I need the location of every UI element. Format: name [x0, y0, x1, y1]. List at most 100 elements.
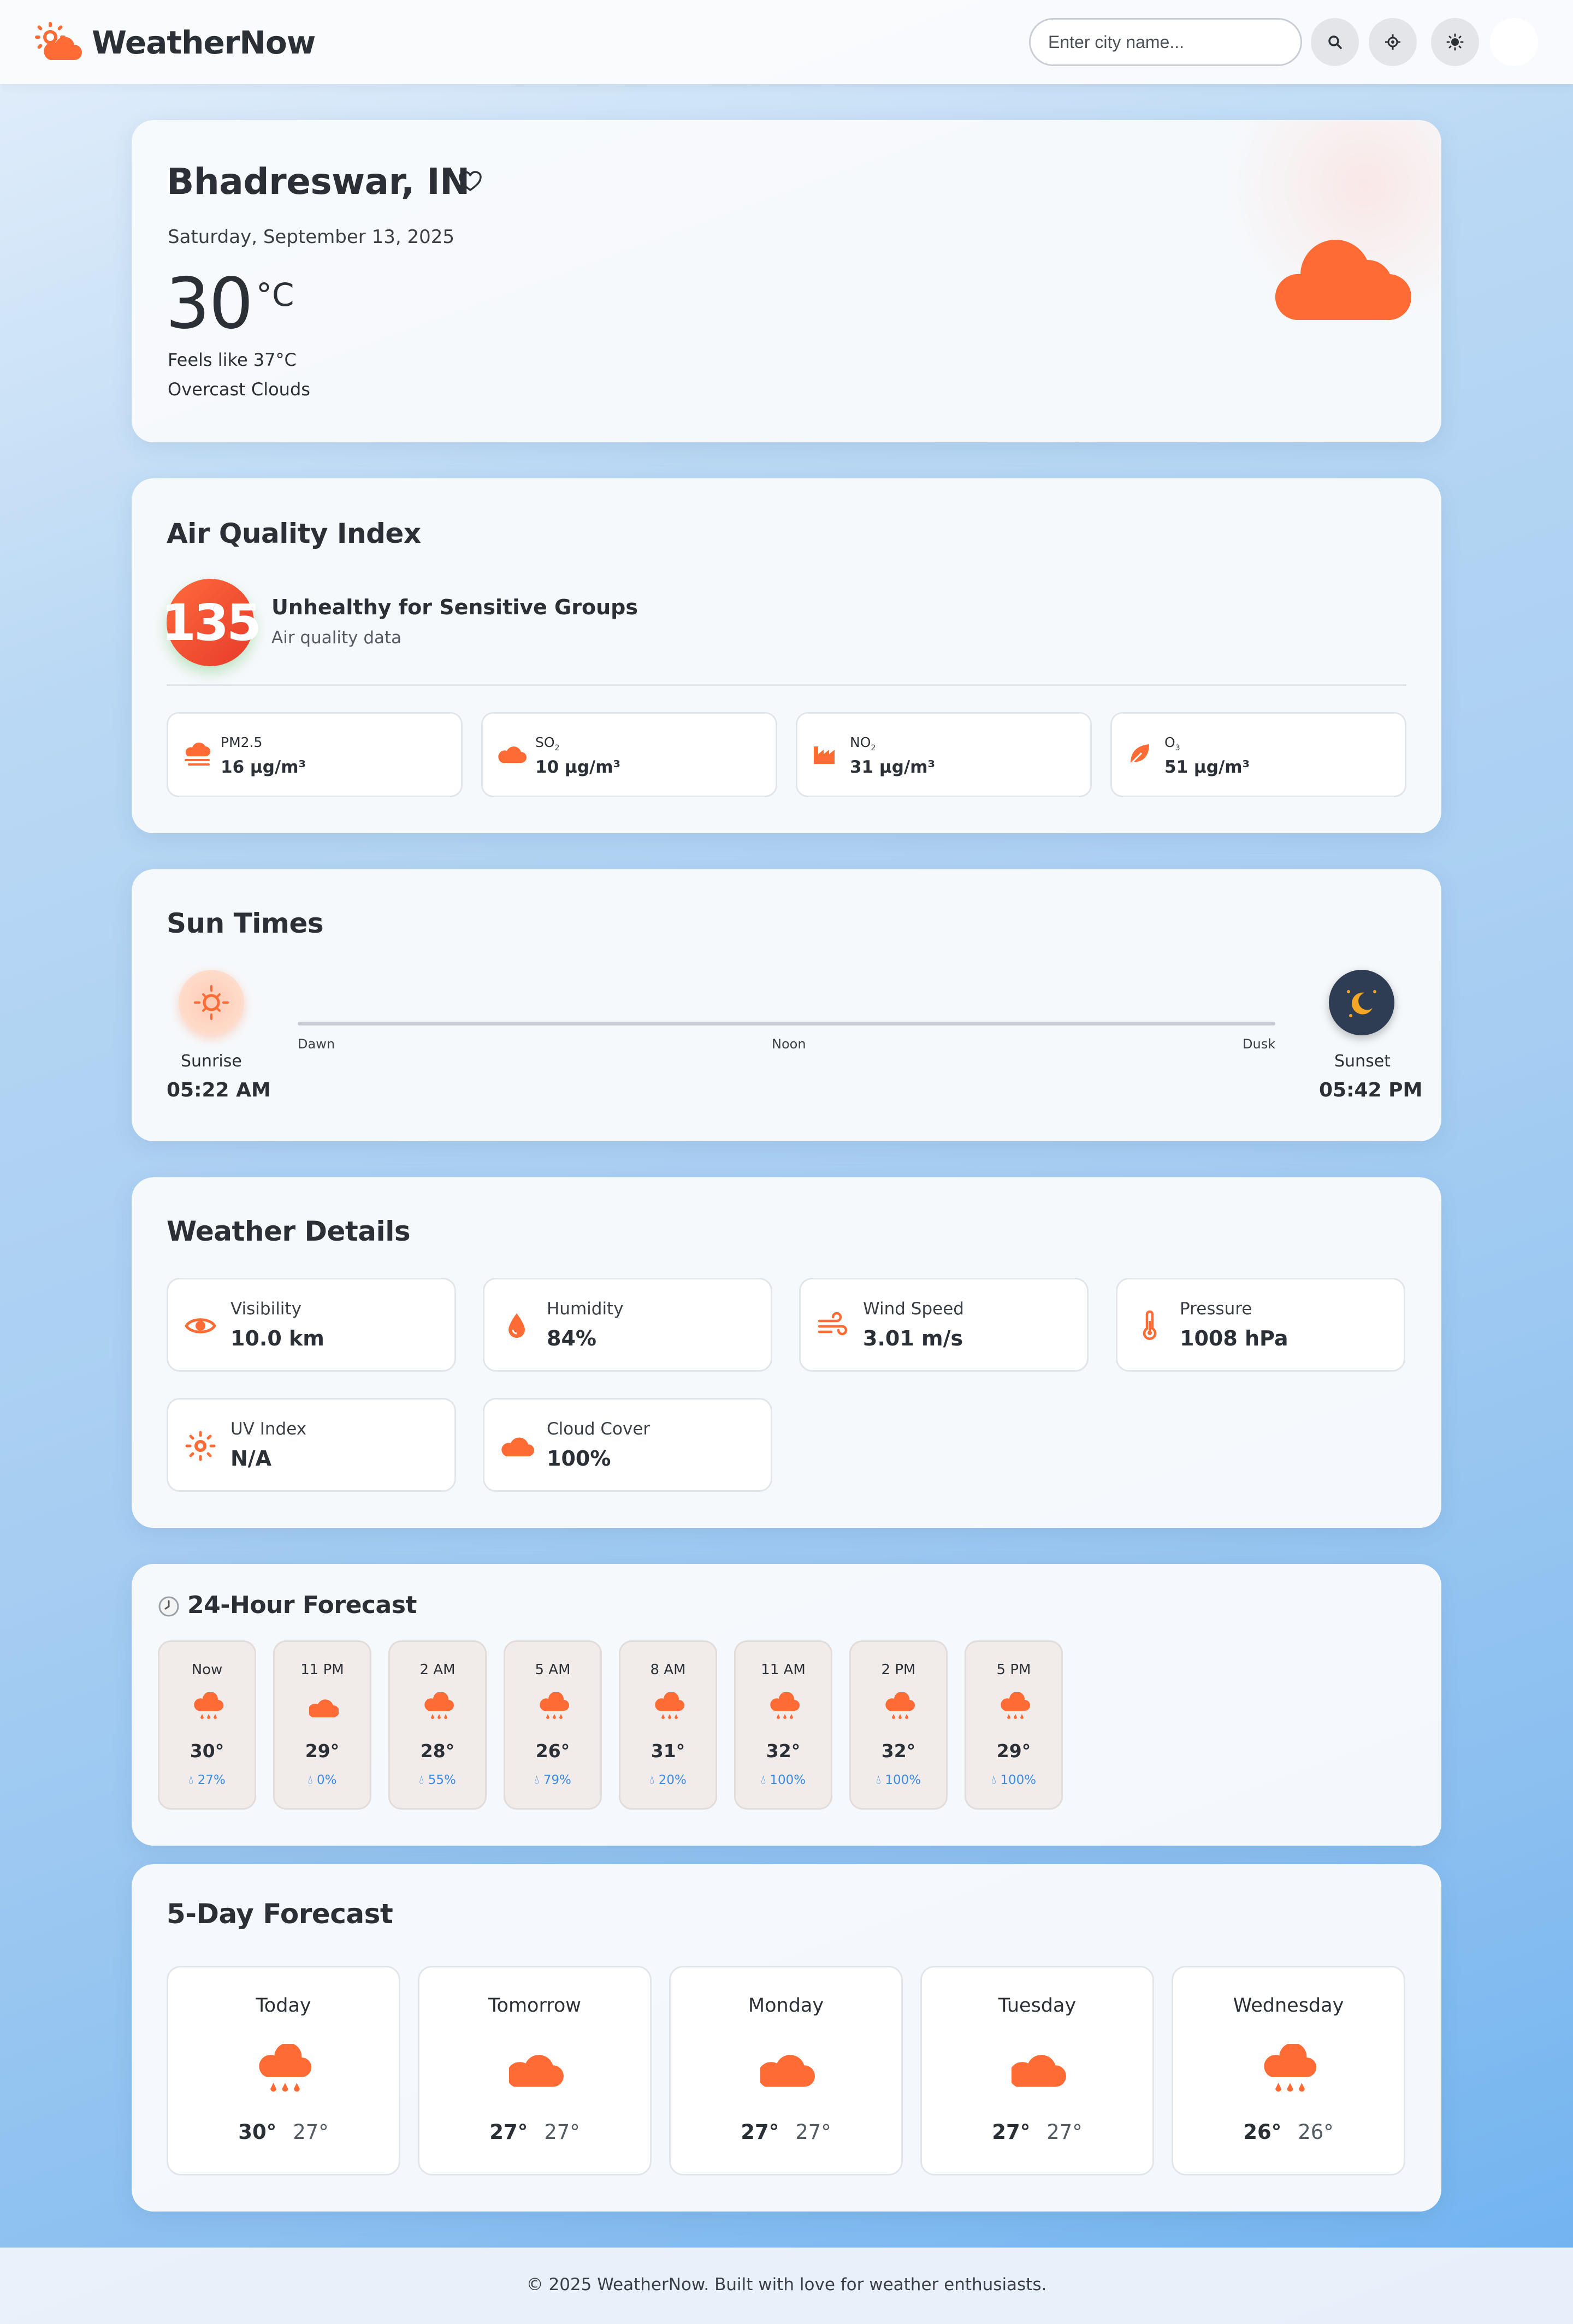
- wind-icon: [818, 1312, 848, 1336]
- aqi-value-badge: 135: [161, 579, 262, 666]
- sunrise-time: 05:22 AM: [167, 1079, 271, 1101]
- day-name: Today: [256, 1995, 311, 2017]
- day-name: Wednesday: [1233, 1995, 1344, 2017]
- user-avatar[interactable]: [1490, 18, 1538, 66]
- search-icon: [1328, 35, 1342, 49]
- location-button[interactable]: [1369, 18, 1417, 66]
- detail-name: Wind Speed: [863, 1299, 964, 1319]
- detail-humidity: Humidity 84%: [483, 1278, 772, 1372]
- rain-icon: [655, 1692, 684, 1719]
- hour-temperature: 31°: [651, 1740, 685, 1762]
- rain-icon: [1001, 1692, 1030, 1719]
- pollutant-pm25: PM2.5 16 µg/m³: [167, 712, 463, 797]
- hour-time: 8 AM: [650, 1662, 686, 1678]
- hour-time: 11 AM: [761, 1662, 806, 1678]
- day-name: Monday: [748, 1995, 824, 2017]
- hour-precipitation: 💧︎ 27%: [188, 1773, 226, 1787]
- hour-card: 5 AM 26° 💧︎ 79%: [504, 1640, 602, 1810]
- hour-time: 5 AM: [535, 1662, 571, 1678]
- pollutant-o3: O3 51 µg/m³: [1110, 712, 1406, 797]
- hour-temperature: 32°: [766, 1740, 801, 1762]
- day-card[interactable]: Tomorrow 27° 27°: [418, 1966, 652, 2175]
- brand[interactable]: WeatherNow: [34, 22, 316, 63]
- rain-icon: [194, 1692, 223, 1719]
- day-card[interactable]: Tuesday 27° 27°: [920, 1966, 1154, 2175]
- air-quality-card: Air Quality Index 135 Unhealthy for Sens…: [132, 478, 1441, 833]
- detail-value: 100%: [547, 1446, 611, 1471]
- detail-uv-index: UV Index N/A: [167, 1398, 456, 1492]
- sun-times-card: Sun Times Dawn Noon Dusk Sunrise 05:22 A…: [132, 869, 1441, 1141]
- day-card[interactable]: Today 30° 27°: [167, 1966, 400, 2175]
- day-low: 26°: [1298, 2120, 1334, 2144]
- day-temperatures: 30° 27°: [168, 2120, 399, 2144]
- hour-time: 2 PM: [881, 1662, 916, 1678]
- footer: © 2025 WeatherNow. Built with love for w…: [0, 2248, 1573, 2324]
- pollutant-name: SO2: [535, 734, 560, 752]
- hour-temperature: 26°: [535, 1740, 570, 1762]
- day-temperatures: 27° 27°: [671, 2120, 901, 2144]
- hour-card: 5 PM 29° 💧︎ 100%: [965, 1640, 1063, 1810]
- thermometer-icon: [1143, 1310, 1157, 1340]
- rain-icon: [885, 1692, 915, 1719]
- track-label-dawn: Dawn: [298, 1036, 335, 1052]
- detail-name: Cloud Cover: [547, 1419, 651, 1439]
- detail-name: Humidity: [547, 1299, 624, 1319]
- sun-icon: [185, 1431, 216, 1461]
- day-high: 30°: [238, 2120, 277, 2144]
- day-low: 27°: [293, 2120, 329, 2144]
- day-low: 27°: [1046, 2120, 1083, 2144]
- day-high: 27°: [741, 2120, 779, 2144]
- theme-toggle-button[interactable]: [1431, 18, 1479, 66]
- detail-value: 84%: [547, 1326, 596, 1350]
- rain-icon: [770, 1692, 800, 1719]
- heart-icon: [459, 171, 482, 191]
- hour-temperature: 28°: [420, 1740, 455, 1762]
- hour-precipitation: 💧︎ 100%: [760, 1773, 806, 1787]
- hour-time: 2 AM: [419, 1662, 456, 1678]
- hour-precipitation: 💧︎ 100%: [876, 1773, 921, 1787]
- pollutant-value: 10 µg/m³: [535, 757, 621, 777]
- hour-precipitation: 💧︎ 79%: [534, 1773, 571, 1787]
- track-label-noon: Noon: [772, 1036, 806, 1052]
- day-name: Tomorrow: [488, 1995, 581, 2017]
- hourly-title: 24-Hour Forecast: [187, 1591, 417, 1619]
- hour-temperature: 30°: [190, 1740, 224, 1762]
- detail-name: UV Index: [230, 1419, 307, 1439]
- app-header: WeatherNow: [0, 0, 1573, 84]
- daily-forecast-card: 5-Day Forecast Today 30° 27° Tomorrow 27°…: [132, 1864, 1441, 2212]
- clock-icon: [158, 1596, 179, 1617]
- cloud-icon: [309, 1699, 339, 1717]
- day-card[interactable]: Monday 27° 27°: [669, 1966, 903, 2175]
- aqi-subtitle: Air quality data: [271, 628, 402, 648]
- current-temperature: 30: [165, 263, 253, 345]
- track-label-dusk: Dusk: [1243, 1036, 1276, 1052]
- favorite-button[interactable]: [458, 170, 482, 194]
- detail-pressure: Pressure 1008 hPa: [1116, 1278, 1405, 1372]
- rain-icon: [424, 1692, 454, 1719]
- day-temperatures: 27° 27°: [922, 2120, 1152, 2144]
- detail-wind-speed: Wind Speed 3.01 m/s: [799, 1278, 1089, 1372]
- cloud-icon: [498, 746, 527, 763]
- hour-temperature: 29°: [305, 1740, 340, 1762]
- detail-cloud-cover: Cloud Cover 100%: [483, 1398, 772, 1492]
- detail-value: 1008 hPa: [1180, 1326, 1288, 1350]
- moon-icon: [1347, 990, 1376, 1017]
- cloud-icon: [760, 2055, 815, 2087]
- day-high: 26°: [1243, 2120, 1282, 2144]
- current-date: Saturday, September 13, 2025: [168, 226, 454, 248]
- hour-temperature: 29°: [996, 1740, 1031, 1762]
- leaf-icon: [1128, 744, 1149, 766]
- pollutant-name: O3: [1164, 734, 1180, 752]
- hour-card: 11 PM 29° 💧︎ 0%: [273, 1640, 371, 1810]
- day-low: 27°: [544, 2120, 580, 2144]
- search-button[interactable]: [1311, 18, 1359, 66]
- weather-details-card: Weather Details Visibility 10.0 km Humid…: [132, 1177, 1441, 1528]
- factory-icon: [814, 746, 835, 764]
- rain-icon: [1264, 2044, 1317, 2092]
- hourly-forecast-card: 24-Hour Forecast Now 30° 💧︎ 27% 11 PM 29…: [132, 1564, 1441, 1846]
- pollutant-value: 16 µg/m³: [221, 757, 306, 777]
- sunset-time: 05:42 PM: [1319, 1079, 1423, 1101]
- city-search-input[interactable]: [1029, 18, 1302, 66]
- day-temperatures: 27° 27°: [419, 2120, 650, 2144]
- day-card[interactable]: Wednesday 26° 26°: [1172, 1966, 1405, 2175]
